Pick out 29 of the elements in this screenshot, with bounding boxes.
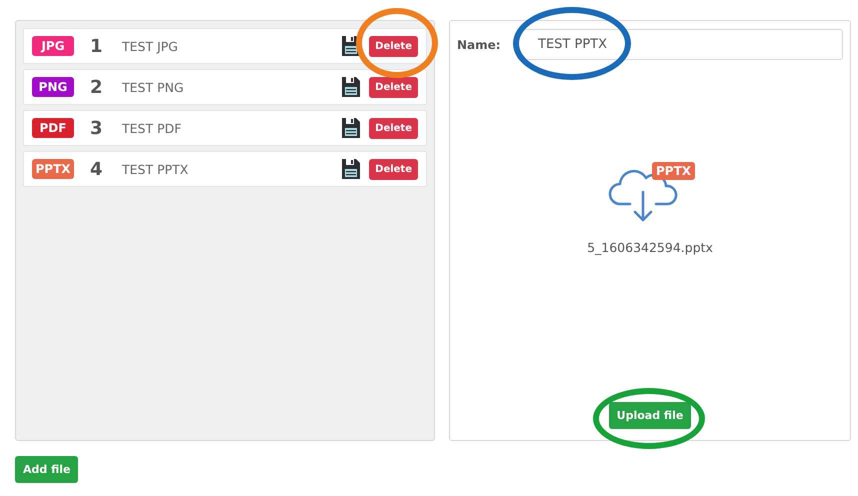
save-icon[interactable] — [341, 158, 362, 180]
file-row[interactable]: PDF 3 TEST PDF Delete — [23, 110, 427, 146]
file-row[interactable]: PNG 2 TEST PNG Delete — [23, 69, 427, 105]
file-name: TEST JPG — [122, 38, 179, 54]
delete-button[interactable]: Delete — [369, 76, 418, 98]
file-name: 5_1606342594.pptx — [587, 240, 713, 254]
file-type-badge: JPG — [32, 36, 74, 56]
name-label: Name: — [457, 38, 502, 52]
upload-button[interactable]: Upload file — [608, 402, 692, 429]
file-type-badge: PDF — [32, 118, 74, 138]
delete-button[interactable]: Delete — [369, 118, 418, 138]
add-file-button[interactable]: Add file — [15, 456, 78, 483]
file-number: 3 — [90, 118, 104, 138]
save-icon[interactable] — [341, 76, 362, 98]
save-icon[interactable] — [341, 117, 362, 139]
file-type-badge: PNG — [32, 77, 74, 97]
file-row[interactable]: JPG 1 TEST JPG Delete — [23, 28, 427, 64]
file-name: TEST PPTX — [122, 162, 190, 176]
file-name: TEST PDF — [122, 120, 182, 136]
file-row[interactable]: PPTX 4 TEST PPTX Delete — [23, 151, 427, 187]
delete-button[interactable]: Delete — [369, 36, 418, 56]
file-number: 4 — [90, 158, 104, 180]
file-type-badge: PPTX — [652, 162, 696, 180]
file-name: TEST PNG — [122, 80, 185, 94]
delete-button[interactable]: Delete — [369, 158, 418, 180]
file-number: 1 — [90, 36, 104, 56]
file-type-badge: PPTX — [32, 159, 74, 179]
file-number: 2 — [90, 76, 104, 98]
name-field[interactable]: TEST PPTX — [517, 29, 843, 60]
